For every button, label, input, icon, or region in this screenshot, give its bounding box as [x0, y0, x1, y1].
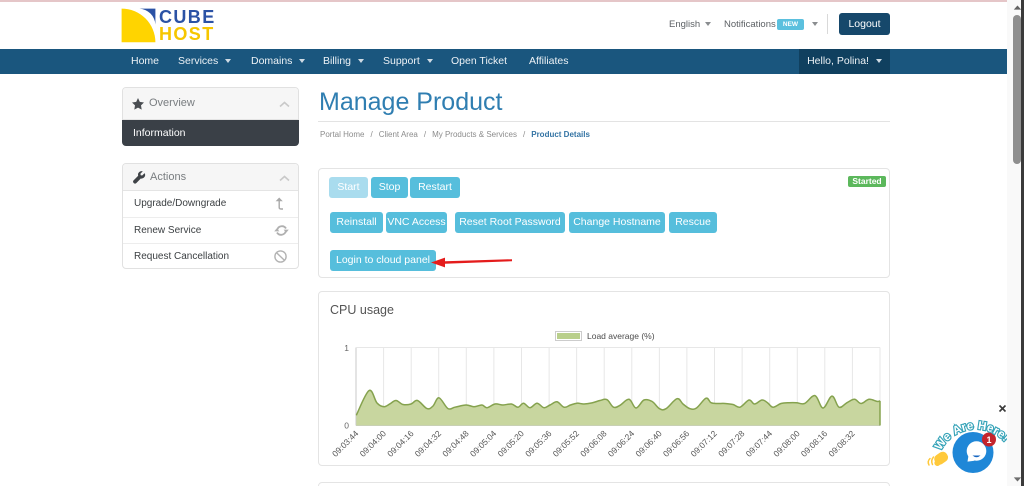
svg-text:09:03:44: 09:03:44: [330, 428, 361, 459]
svg-text:09:07:12: 09:07:12: [688, 428, 719, 459]
svg-text:09:08:16: 09:08:16: [799, 428, 830, 459]
svg-text:09:08:00: 09:08:00: [771, 428, 802, 459]
svg-text:e: e: [966, 420, 974, 433]
svg-text:09:06:08: 09:06:08: [578, 428, 609, 459]
svg-text:09:05:20: 09:05:20: [495, 428, 526, 459]
svg-text:09:04:32: 09:04:32: [413, 428, 444, 459]
svg-text:1: 1: [344, 343, 349, 353]
svg-text:1: 1: [986, 435, 991, 445]
svg-text:09:04:00: 09:04:00: [358, 428, 389, 459]
svg-text:09:08:32: 09:08:32: [826, 428, 857, 459]
svg-text:09:05:36: 09:05:36: [523, 428, 554, 459]
svg-text:09:04:48: 09:04:48: [440, 428, 471, 459]
svg-text:09:07:28: 09:07:28: [716, 428, 747, 459]
svg-text:09:05:04: 09:05:04: [468, 428, 499, 459]
svg-text:09:04:16: 09:04:16: [385, 428, 416, 459]
svg-text:09:06:56: 09:06:56: [661, 428, 692, 459]
svg-text:0: 0: [344, 421, 349, 431]
svg-text:09:06:40: 09:06:40: [633, 428, 664, 459]
svg-text:09:07:44: 09:07:44: [744, 428, 775, 459]
svg-text:09:06:24: 09:06:24: [606, 428, 637, 459]
svg-text:09:05:52: 09:05:52: [551, 428, 582, 459]
